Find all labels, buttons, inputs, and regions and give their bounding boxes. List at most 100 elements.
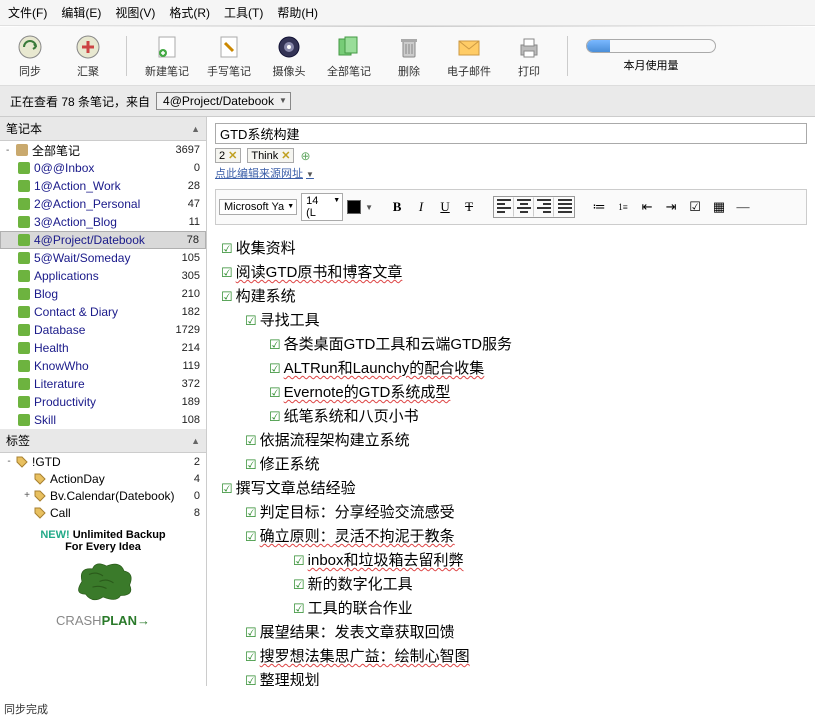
menu-tools[interactable]: 工具(T) [224, 4, 263, 21]
font-family-select[interactable]: Microsoft Ya [219, 199, 297, 215]
checkbox-icon[interactable]: ☑ [245, 527, 257, 548]
outdent-button[interactable]: ⇤ [637, 197, 657, 217]
checkbox-icon[interactable]: ☑ [269, 335, 281, 356]
checklist-line[interactable]: ☑寻找工具 [245, 309, 801, 333]
dropdown-icon[interactable]: ▼ [365, 203, 373, 212]
note-editor[interactable]: ☑收集资料☑阅读GTD原书和博客文章☑构建系统☑寻找工具☑各类桌面GTD工具和云… [207, 229, 815, 686]
checkbox-icon[interactable]: ☑ [245, 431, 257, 452]
notebook-item[interactable]: 2@Action_Personal47 [0, 195, 206, 213]
line-text[interactable]: 整理规划 [260, 669, 320, 686]
align-left-button[interactable] [494, 197, 514, 217]
notebook-item[interactable]: KnowWho119 [0, 357, 206, 375]
tag-item[interactable]: -!GTD2 [0, 453, 206, 470]
checklist-line[interactable]: ☑ALTRun和Launchy的配合收集 [269, 357, 801, 381]
line-text[interactable]: 修正系统 [260, 453, 320, 477]
checklist-line[interactable]: ☑各类桌面GTD工具和云端GTD服务 [269, 333, 801, 357]
expand-icon[interactable]: - [4, 456, 14, 467]
line-text[interactable]: 撰写文章总结经验 [236, 477, 356, 501]
notebook-item[interactable]: Contact & Diary182 [0, 303, 206, 321]
number-list-button[interactable]: 1≡ [613, 197, 633, 217]
align-right-button[interactable] [534, 197, 554, 217]
checkbox-icon[interactable]: ☑ [245, 647, 257, 668]
notebook-item[interactable]: 1@Action_Work28 [0, 177, 206, 195]
checklist-line[interactable]: ☑纸笔系统和八页小书 [269, 405, 801, 429]
notebook-item[interactable]: -全部笔记3697 [0, 141, 206, 159]
checklist-line[interactable]: ☑阅读GTD原书和博客文章 [221, 261, 801, 285]
notebook-item[interactable]: Database1729 [0, 321, 206, 339]
notebook-item[interactable]: Blog210 [0, 285, 206, 303]
line-text[interactable]: 纸笔系统和八页小书 [284, 405, 419, 429]
line-text[interactable]: 阅读GTD原书和博客文章 [236, 261, 403, 285]
checklist-line[interactable]: ☑搜罗想法集思广益：绘制心智图 [245, 645, 801, 669]
checkbox-icon[interactable]: ☑ [245, 623, 257, 644]
notebook-item[interactable]: 4@Project/Datebook78 [0, 231, 206, 249]
tag-remove-icon[interactable]: ✕ [228, 149, 237, 162]
align-justify-button[interactable] [554, 197, 574, 217]
checklist-line[interactable]: ☑展望结果：发表文章获取回馈 [245, 621, 801, 645]
underline-button[interactable]: U [435, 197, 455, 217]
menu-format[interactable]: 格式(R) [169, 4, 210, 21]
line-text[interactable]: ALTRun和Launchy的配合收集 [284, 357, 485, 381]
tag-chip[interactable]: Think✕ [247, 148, 294, 163]
checklist-line[interactable]: ☑收集资料 [221, 237, 801, 261]
checkbox-icon[interactable]: ☑ [221, 263, 233, 284]
table-button[interactable]: ▦ [709, 197, 729, 217]
notebook-item[interactable]: Health214 [0, 339, 206, 357]
tag-remove-icon[interactable]: ✕ [281, 149, 290, 162]
toolbar-print-button[interactable]: 打印 [509, 33, 549, 79]
checklist-line[interactable]: ☑整理规划 [245, 669, 801, 686]
notebooks-header[interactable]: 笔记本 ▲ [0, 117, 206, 141]
note-title-input[interactable] [215, 123, 807, 144]
align-center-button[interactable] [514, 197, 534, 217]
line-text[interactable]: 构建系统 [236, 285, 296, 309]
line-text[interactable]: Evernote的GTD系统成型 [284, 381, 451, 405]
toolbar-hand-button[interactable]: 手写笔记 [207, 33, 251, 79]
font-size-select[interactable]: 14 (L [301, 193, 343, 221]
checklist-line[interactable]: ☑工具的联合作业 [293, 597, 801, 621]
checkbox-icon[interactable]: ☑ [221, 287, 233, 308]
checklist-line[interactable]: ☑inbox和垃圾箱去留利弊 [293, 549, 801, 573]
notebook-item[interactable]: 3@Action_Blog11 [0, 213, 206, 231]
hr-button[interactable]: — [733, 197, 753, 217]
line-text[interactable]: 判定目标：分享经验交流感受 [260, 501, 455, 525]
toolbar-cam-button[interactable]: 摄像头 [269, 33, 309, 79]
toolbar-plus-button[interactable]: 汇聚 [68, 33, 108, 79]
source-url-link[interactable]: 点此编辑来源网址 [215, 165, 807, 181]
checkbox-icon[interactable]: ☑ [221, 239, 233, 260]
notebook-item[interactable]: Skill108 [0, 411, 206, 429]
expand-icon[interactable]: + [22, 490, 32, 501]
checkbox-icon[interactable]: ☑ [293, 575, 305, 596]
notebook-item[interactable]: Productivity189 [0, 393, 206, 411]
checkbox-icon[interactable]: ☑ [221, 479, 233, 500]
checkbox-icon[interactable]: ☑ [245, 503, 257, 524]
menu-edit[interactable]: 编辑(E) [61, 4, 101, 21]
checkbox-icon[interactable]: ☑ [269, 407, 281, 428]
line-text[interactable]: 工具的联合作业 [308, 597, 413, 621]
tag-item[interactable]: ActionDay4 [0, 470, 206, 487]
toolbar-mail-button[interactable]: 电子邮件 [447, 33, 491, 79]
checklist-line[interactable]: ☑构建系统 [221, 285, 801, 309]
line-text[interactable]: 各类桌面GTD工具和云端GTD服务 [284, 333, 512, 357]
indent-button[interactable]: ⇥ [661, 197, 681, 217]
checkbox-icon[interactable]: ☑ [245, 455, 257, 476]
notebook-item[interactable]: 0@@Inbox0 [0, 159, 206, 177]
font-color-swatch[interactable] [347, 200, 361, 214]
tag-chip[interactable]: 2✕ [215, 148, 241, 163]
notebook-selector[interactable]: 4@Project/Datebook [156, 92, 291, 110]
checkbox-icon[interactable]: ☑ [245, 311, 257, 332]
checklist-line[interactable]: ☑确立原则：灵活不拘泥于教条 [245, 525, 801, 549]
tag-add-icon[interactable]: ⊕ [300, 149, 310, 163]
toolbar-del-button[interactable]: 删除 [389, 33, 429, 79]
line-text[interactable]: 展望结果：发表文章获取回馈 [260, 621, 455, 645]
bullet-list-button[interactable]: ≔ [589, 197, 609, 217]
tags-header[interactable]: 标签 ▲ [0, 429, 206, 453]
strike-button[interactable]: T [459, 197, 479, 217]
line-text[interactable]: 新的数字化工具 [308, 573, 413, 597]
line-text[interactable]: 寻找工具 [260, 309, 320, 333]
checklist-line[interactable]: ☑修正系统 [245, 453, 801, 477]
menu-file[interactable]: 文件(F) [8, 4, 47, 21]
checkbox-icon[interactable]: ☑ [245, 671, 257, 686]
menu-help[interactable]: 帮助(H) [277, 4, 318, 21]
checkbox-button[interactable]: ☑ [685, 197, 705, 217]
checklist-line[interactable]: ☑新的数字化工具 [293, 573, 801, 597]
